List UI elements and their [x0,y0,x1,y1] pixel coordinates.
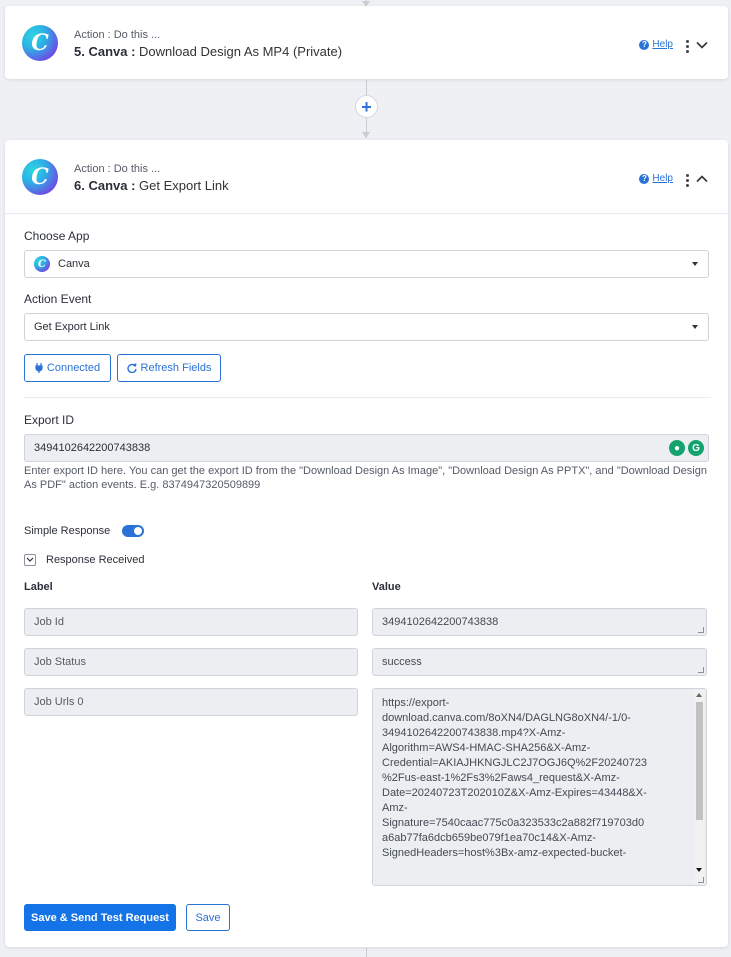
row-label-field[interactable]: Job Urls 0 [24,688,358,716]
row-value-field[interactable]: 3494102642200743838 [372,608,707,636]
header-divider [5,213,728,214]
grammarly-icon[interactable]: G [688,440,704,456]
row-value-field[interactable]: success [372,648,707,676]
step-6-card: C Action : Do this ... 6. Canva : Get Ex… [5,140,728,947]
bottom-connector [366,948,367,957]
canva-mini-icon: C [34,256,50,272]
add-step-button[interactable]: + [355,95,378,118]
save-send-test-button[interactable]: Save & Send Test Request [24,904,176,931]
help-label: Help [652,39,673,50]
textarea-scrollbar[interactable] [694,690,705,884]
export-id-hint: Enter export ID here. You can get the ex… [24,465,707,491]
export-id-input[interactable]: 3494102642200743838 ● G [24,434,709,462]
chevron-down-icon [26,557,34,562]
step-6-event: Get Export Link [139,178,229,193]
response-received-label: Response Received [46,554,145,566]
kebab-menu-icon[interactable] [684,173,690,188]
help-link[interactable]: ? Help [639,173,673,184]
scroll-down-icon[interactable] [696,868,702,872]
refresh-fields-label: Refresh Fields [140,362,212,374]
step-6-number-app: 6. Canva : [74,178,140,193]
export-id-value: 3494102642200743838 [34,442,151,454]
step-5-event: Download Design As MP4 (Private) [139,44,343,59]
chevron-up-icon[interactable] [696,173,708,185]
connected-button[interactable]: Connected [24,354,111,382]
step-5-title: 5. Canva : Download Design As MP4 (Priva… [74,44,342,59]
refresh-icon [126,363,137,373]
extension-icons: ● G [669,440,704,456]
help-icon: ? [639,39,650,50]
step-5-card: C Action : Do this ... 5. Canva : Downlo… [5,6,728,79]
middle-arrow [362,132,370,138]
step-6-title: 6. Canva : Get Export Link [74,178,229,193]
choose-app-label: Choose App [24,229,90,243]
lightbulb-icon[interactable]: ● [669,440,685,456]
step-6-header[interactable]: C Action : Do this ... 6. Canva : Get Ex… [5,140,728,214]
section-divider [24,397,711,398]
row-label-field[interactable]: Job Status [24,648,358,676]
chevron-down-icon[interactable] [696,39,708,51]
step-6-subtitle: Action : Do this ... [74,163,161,175]
export-id-label: Export ID [24,413,75,427]
choose-app-value: Canva [58,258,90,270]
row-value-textarea[interactable]: https://export- download.canva.com/8oXN4… [372,688,707,886]
action-event-value: Get Export Link [34,321,110,333]
help-link[interactable]: ? Help [639,39,673,50]
refresh-fields-button[interactable]: Refresh Fields [117,354,221,382]
action-event-select[interactable]: Get Export Link [24,313,709,341]
resize-handle-icon[interactable] [698,667,704,673]
resize-handle-icon[interactable] [698,877,704,883]
kebab-menu-icon[interactable] [684,39,690,54]
canva-logo: C [22,25,58,61]
simple-response-toggle[interactable] [122,525,144,537]
label-column-header: Label [24,581,53,593]
canva-logo: C [22,159,58,195]
simple-response-label: Simple Response [24,525,111,537]
step-5-number-app: 5. Canva : [74,44,140,59]
help-icon: ? [639,173,650,184]
dropdown-caret-icon [692,325,698,329]
scroll-thumb[interactable] [696,702,703,820]
value-column-header: Value [372,581,401,593]
save-button[interactable]: Save [186,904,230,931]
step-5-subtitle: Action : Do this ... [74,29,161,41]
help-label: Help [652,173,673,184]
row-value-text: success [382,656,422,668]
row-value-text: 3494102642200743838 [382,616,499,628]
row-value-text: https://export- download.canva.com/8oXN4… [382,697,648,859]
plug-icon [35,363,43,373]
resize-handle-icon[interactable] [698,627,704,633]
choose-app-select[interactable]: C Canva [24,250,709,278]
action-event-label: Action Event [24,292,92,306]
scroll-up-icon[interactable] [696,693,702,697]
row-label-field[interactable]: Job Id [24,608,358,636]
dropdown-caret-icon [692,262,698,266]
plus-icon: + [361,96,372,117]
connected-label: Connected [46,362,101,374]
step-5-header[interactable]: C Action : Do this ... 5. Canva : Downlo… [5,6,728,80]
response-received-toggle[interactable] [24,554,36,566]
